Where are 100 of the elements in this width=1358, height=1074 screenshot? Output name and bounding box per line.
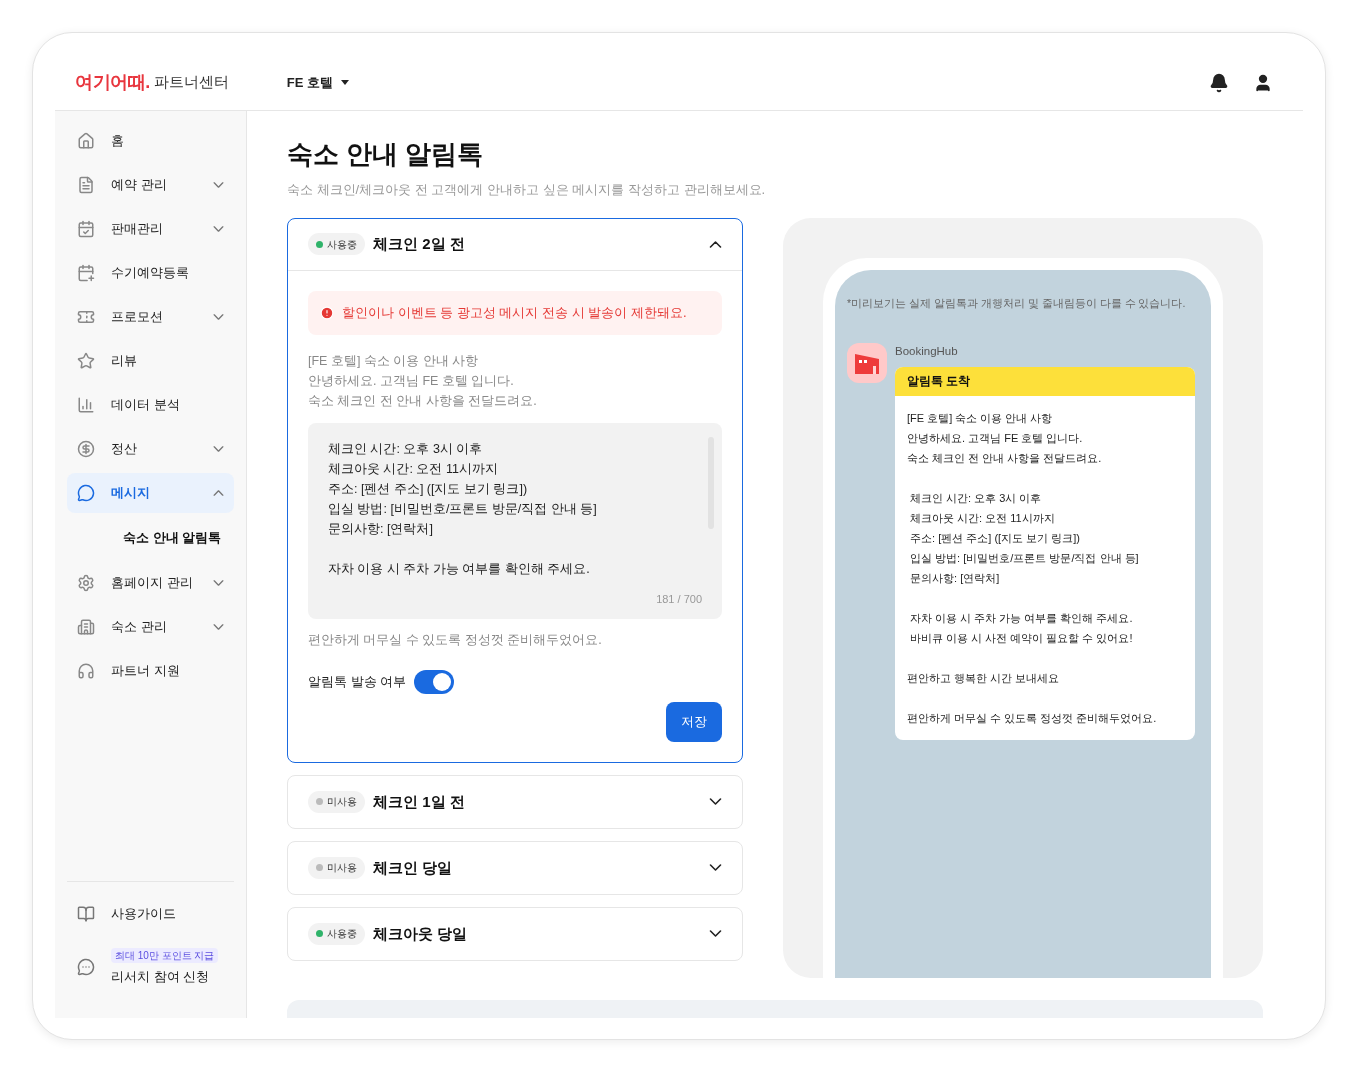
sidebar-label: 홈페이지 관리 (111, 574, 194, 593)
template-header[interactable]: 사용중 체크인 2일 전 (288, 218, 742, 271)
status-badge: 미사용 (308, 790, 365, 813)
message-line: 주소: [펜션 주소] ([지도 보기 링크]) (328, 480, 529, 498)
hotel-logo-icon (847, 343, 887, 384)
chevron-up-icon (709, 240, 722, 248)
bubble-line: 주소: [펜션 주소] ([지도 보기 링크]) (909, 530, 1081, 546)
home-icon (77, 132, 95, 150)
property-selector[interactable]: FE 호텔 (286, 72, 349, 93)
preview-notice: *미리보기는 실제 알림톡과 개행처리 및 줄내림등이 다를 수 있습니다. (847, 295, 1187, 311)
sidebar-label: 사용가이드 (111, 905, 176, 923)
caret-icon (341, 80, 349, 85)
chevron-down-icon (213, 182, 224, 188)
status-badge: 사용중 (308, 922, 365, 945)
chevron-down-icon (709, 864, 722, 872)
chevron-down-icon (709, 798, 722, 806)
chevron-down-icon (213, 226, 224, 232)
sidebar-item[interactable]: 파트너 지원 (67, 651, 234, 691)
intro-line: [FE 호텔] 숙소 이용 안내 사항 (308, 352, 480, 370)
coin-icon (77, 440, 95, 458)
character-counter: 181 / 700 (656, 591, 702, 607)
bubble-line: 입실 방법: [비밀번호/프론트 방문/직접 안내 등] (909, 550, 1140, 566)
bubble-line: 자차 이용 시 주차 가능 여부를 확인해 주세요. (909, 610, 1134, 626)
sidebar-label: 리뷰 (111, 352, 138, 371)
chevron-up-icon (213, 490, 224, 496)
sidebar-label: 데이터 분석 (111, 396, 181, 415)
chevron-down-icon (213, 446, 224, 452)
sidebar-label: 파트너 지원 (111, 662, 181, 681)
sidebar-item[interactable]: 수기예약등록 (67, 253, 234, 293)
sidebar-footer-item[interactable]: 사용가이드 (67, 896, 234, 932)
chat-icon (77, 484, 95, 502)
message-line: 입실 방법: [비밀번호/프론트 방문/직접 안내 등] (328, 500, 598, 518)
bubble-line: 편안하게 머무실 수 있도록 정성껏 준비해두었어요. (907, 710, 1158, 726)
building-icon (77, 618, 95, 636)
star-icon (77, 352, 95, 370)
template-header[interactable]: 미사용 체크인 1일 전 (288, 775, 742, 828)
sidebar-item[interactable]: 판매관리 (67, 209, 234, 249)
chat-icon (77, 957, 95, 976)
bubble-line: 문의사항: [연락처] (909, 570, 1001, 586)
sender-name: BookingHub (895, 344, 959, 360)
sidebar-item[interactable]: 숙소 관리 (67, 607, 234, 647)
chevron-down-icon (213, 314, 224, 320)
message-line: 체크인 시간: 오후 3시 이후 (328, 440, 484, 458)
notification-icon[interactable] (1209, 72, 1229, 93)
sidebar-footer-item[interactable]: 최대 10만 포인트 지급 리서치 참여 신청 (67, 939, 234, 994)
sidebar-label: 수기예약등록 (111, 264, 190, 283)
book-icon (77, 904, 95, 923)
page-subtitle: 숙소 체크인/체크아웃 전 고객에게 안내하고 싶은 메시지를 작성하고 관리해보세요. (287, 181, 767, 199)
toggle-switch[interactable] (414, 669, 455, 694)
sidebar-item[interactable]: 홈 (67, 121, 234, 161)
bubble-line: 편안하고 행복한 시간 보내세요 (907, 670, 1061, 686)
template-title: 체크인 당일 (373, 857, 454, 878)
sidebar-label: 예약 관리 (111, 176, 168, 195)
sidebar-subitem[interactable]: 숙소 안내 알림톡 (67, 515, 246, 561)
bubble-header: 알림톡 도착 (895, 366, 1195, 396)
intro-line: 안녕하세요. 고객님 FE 호텔 입니다. (308, 372, 515, 390)
sidebar-label: 메시지 (111, 484, 151, 503)
bubble-line: 바비큐 이용 시 사전 예약이 필요할 수 있어요! (909, 630, 1134, 646)
alert-icon (320, 305, 334, 320)
sidebar-label: 프로모션 (111, 308, 164, 327)
sidebar-item[interactable]: 정산 (67, 429, 234, 469)
chevron-down-icon (213, 580, 224, 586)
message-line: 자차 이용 시 주차 가능 여부를 확인해 주세요. (328, 560, 591, 578)
sidebar-item[interactable]: 프로모션 (67, 297, 234, 337)
page-title: 숙소 안내 알림톡 (287, 138, 485, 171)
sidebar-item[interactable]: 홈페이지 관리 (67, 563, 234, 603)
settings-icon (77, 574, 95, 592)
toggle-label: 알림톡 발송 여부 (308, 673, 407, 691)
sidebar-label: 홈 (111, 132, 125, 151)
calendar-plus-icon (77, 264, 95, 282)
sidebar-label: 리서치 참여 신청 (111, 967, 210, 986)
closing-text: 편안하게 머무실 수 있도록 정성껏 준비해두었어요. (308, 632, 603, 649)
intro-line: 숙소 체크인 전 안내 사항을 전달드려요. (308, 392, 538, 410)
template-header[interactable]: 미사용 체크인 당일 (288, 841, 742, 894)
warning-text: 할인이나 이벤트 등 광고성 메시지 전송 시 발송이 제한돼요. (342, 303, 687, 322)
chevron-down-icon (709, 930, 722, 938)
message-field[interactable]: 체크인 시간: 오후 3시 이후 체크아웃 시간: 오전 11시까지 주소: [펜션 주소] ([지도 보기 링크]) 입실 방법: [비밀번호/프론트 방문/직접 안내 등] 문의사항: [연락처] 자차 이용 시 주차 가능 여부를 확인해 주세요. 181 / 700 (308, 422, 722, 619)
bubble-line: 체크인 시간: 오후 3시 이후 (909, 490, 1043, 506)
bubble-line: 체크아웃 시간: 오전 11시까지 (909, 510, 1056, 526)
template-header[interactable]: 사용중 체크아웃 당일 (288, 907, 742, 960)
template-title: 체크인 2일 전 (373, 233, 466, 254)
sidebar-label: 판매관리 (111, 220, 164, 239)
sidebar-item[interactable]: 메시지 (67, 473, 234, 513)
sidebar-item[interactable]: 리뷰 (67, 341, 234, 381)
save-button[interactable]: 저장 (666, 701, 722, 742)
bubble-line: 숙소 체크인 전 안내 사항을 전달드려요. (907, 450, 1103, 466)
sidebar-label: 정산 (111, 440, 138, 459)
chevron-down-icon (213, 624, 224, 630)
logo[interactable]: 여기어때. (75, 69, 150, 96)
status-badge: 미사용 (308, 856, 365, 879)
sidebar-item[interactable]: 데이터 분석 (67, 385, 234, 425)
sidebar-item[interactable]: 예약 관리 (67, 165, 234, 205)
profile-icon[interactable] (1253, 72, 1273, 93)
document-icon (77, 176, 95, 194)
bubble-line: 안녕하세요. 고객님 FE 호텔 입니다. (907, 430, 1084, 446)
ticket-icon (77, 308, 95, 326)
message-line: 문의사항: [연락처] (328, 520, 434, 538)
message-line: 체크아웃 시간: 오전 11시까지 (328, 460, 499, 478)
logo-subtitle: 파트너센터 (153, 72, 229, 93)
sidebar-label: 숙소 관리 (111, 618, 168, 637)
